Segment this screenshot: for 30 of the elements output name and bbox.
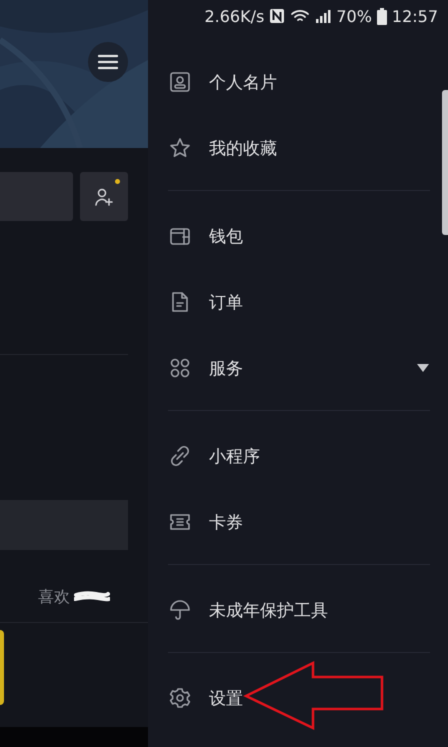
add-person-icon	[94, 186, 114, 206]
wallet-icon	[169, 225, 191, 247]
umbrella-icon	[169, 599, 191, 621]
network-speed: 2.66K/s	[204, 6, 264, 26]
battery-icon	[376, 8, 387, 24]
document-icon	[169, 291, 191, 313]
drawer-item[interactable]: 设置	[148, 665, 440, 731]
wifi-icon	[290, 8, 310, 24]
drawer-item[interactable]: 卡券	[148, 489, 440, 555]
gear-icon	[169, 687, 191, 709]
clock: 12:57	[392, 6, 438, 26]
scribble-mark	[74, 590, 110, 604]
menu-icon	[98, 54, 118, 70]
drawer-item[interactable]: 小程序	[148, 423, 440, 489]
drawer-item[interactable]: 个人名片	[148, 49, 440, 115]
likes-label: 喜欢	[38, 586, 70, 608]
nfc-icon	[269, 8, 286, 24]
link-icon	[169, 445, 191, 467]
star-icon	[169, 137, 191, 159]
grid-icon	[169, 357, 191, 379]
ticket-icon	[169, 511, 191, 533]
battery-percent: 70%	[336, 6, 372, 26]
card-icon	[169, 71, 191, 93]
drawer-item[interactable]: 我的收藏	[148, 115, 440, 181]
drawer-item[interactable]: 服务	[148, 335, 440, 401]
add-friend-button[interactable]	[80, 172, 128, 221]
drawer-item[interactable]: 钱包	[148, 203, 440, 269]
signal-icon	[315, 8, 332, 24]
drawer-item[interactable]: 未成年保护工具	[148, 577, 440, 643]
drawer-item[interactable]: 订单	[148, 269, 440, 335]
